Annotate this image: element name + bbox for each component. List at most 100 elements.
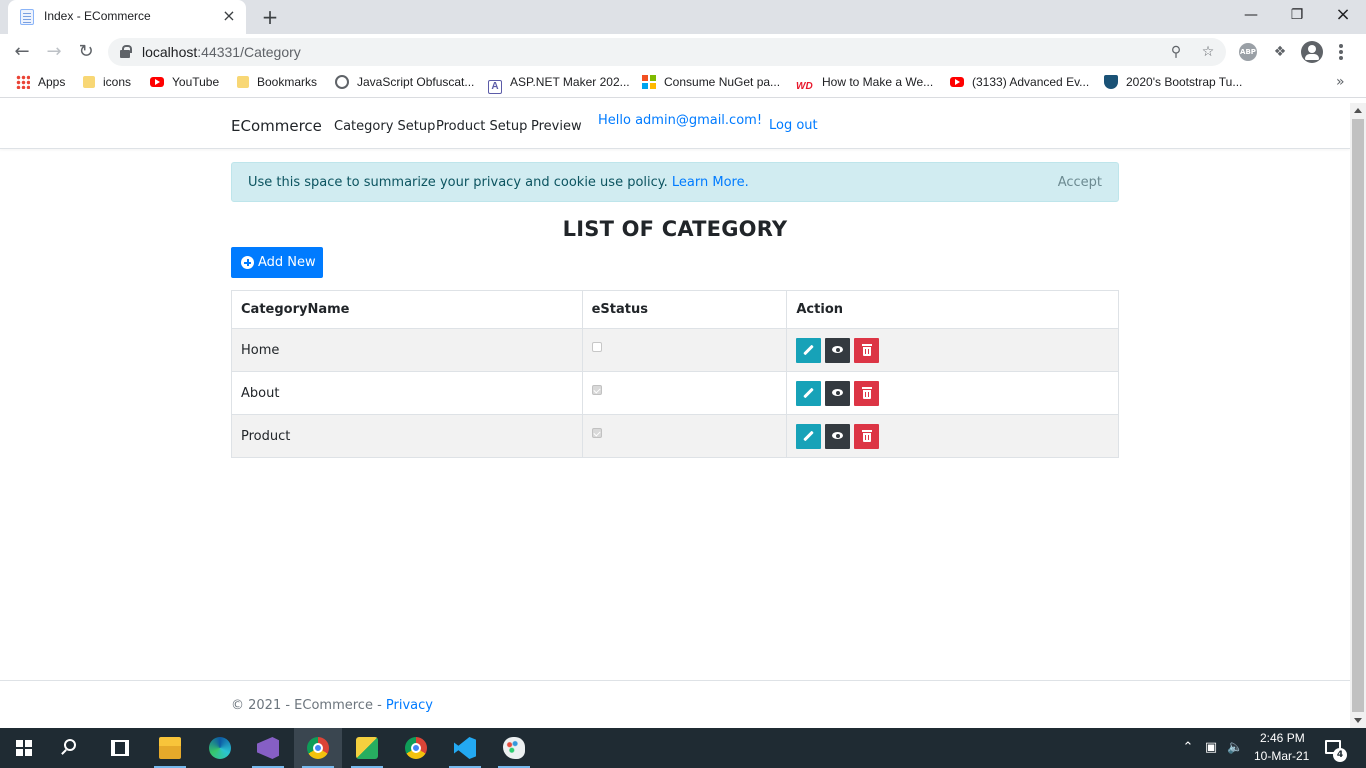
table-row: Product bbox=[231, 414, 1119, 458]
bookmark-apps[interactable]: Apps bbox=[16, 75, 65, 93]
taskbar-chrome-active[interactable] bbox=[294, 728, 342, 768]
action-cell bbox=[786, 371, 1119, 415]
delete-button[interactable] bbox=[854, 337, 880, 363]
taskbar-paint[interactable] bbox=[490, 728, 538, 768]
taskbar-visual-studio[interactable] bbox=[244, 728, 292, 768]
browser-menu-icon[interactable] bbox=[1339, 44, 1343, 60]
profile-avatar-icon[interactable] bbox=[1301, 41, 1323, 63]
bookmarks-overflow-button[interactable]: » bbox=[1336, 74, 1345, 90]
bookmark-how-to-make[interactable]: WD How to Make a We... bbox=[796, 75, 933, 93]
status-cell bbox=[581, 414, 788, 458]
page-scrollbar[interactable] bbox=[1350, 103, 1366, 728]
add-new-button[interactable]: Add New bbox=[231, 247, 323, 278]
task-view-button[interactable] bbox=[96, 728, 144, 768]
notification-count-badge: 4 bbox=[1333, 748, 1347, 762]
bookmark-bookmarks[interactable]: Bookmarks bbox=[237, 75, 317, 93]
extensions-puzzle-icon[interactable]: ❖ bbox=[1270, 42, 1290, 62]
column-header-estatus[interactable]: eStatus bbox=[581, 290, 788, 329]
pencil-icon bbox=[803, 430, 815, 441]
view-button[interactable] bbox=[825, 337, 851, 363]
nav-product-setup[interactable]: Product Setup bbox=[436, 119, 527, 134]
column-header-category-name[interactable]: CategoryName bbox=[231, 290, 583, 329]
bookmark-bootstrap-tutorial[interactable]: 2020's Bootstrap Tu... bbox=[1104, 75, 1242, 93]
volume-icon[interactable]: 🔈 bbox=[1227, 741, 1243, 755]
logout-button[interactable]: Log out bbox=[769, 118, 818, 133]
nav-preview[interactable]: Preview bbox=[531, 119, 582, 134]
task-view-icon bbox=[111, 740, 129, 756]
status-checkbox bbox=[591, 385, 602, 395]
forward-arrow-icon[interactable]: → bbox=[42, 40, 66, 64]
bookmark-youtube[interactable]: YouTube bbox=[150, 75, 219, 93]
bookmarks-bar: Apps icons YouTube Bookmarks JavaScript … bbox=[0, 70, 1366, 98]
browser-tab[interactable]: Index - ECommerce × bbox=[8, 0, 246, 34]
browser-tab-bar: Index - ECommerce × + — ❐ × bbox=[0, 0, 1366, 34]
add-new-label: Add New bbox=[258, 255, 316, 270]
bookmark-consume-nuget[interactable]: Consume NuGet pa... bbox=[642, 75, 780, 93]
view-button[interactable] bbox=[825, 380, 851, 406]
start-button[interactable] bbox=[0, 728, 48, 768]
bookmark-js-obfuscator[interactable]: JavaScript Obfuscat... bbox=[335, 75, 474, 93]
trash-icon bbox=[861, 386, 872, 399]
clock-time[interactable]: 2:46 PM bbox=[1260, 731, 1305, 745]
bookmark-icons[interactable]: icons bbox=[83, 75, 131, 93]
back-arrow-icon[interactable]: ← bbox=[10, 40, 34, 64]
pencil-icon bbox=[803, 344, 815, 355]
cookie-accept-button[interactable]: Accept bbox=[1058, 175, 1102, 190]
tab-title: Index - ECommerce bbox=[44, 9, 151, 23]
new-tab-button[interactable]: + bbox=[258, 5, 282, 29]
edit-button[interactable] bbox=[796, 423, 822, 449]
taskbar-snipping-tool[interactable] bbox=[343, 728, 391, 768]
bookmark-star-icon[interactable]: ☆ bbox=[1198, 42, 1218, 62]
nav-hello-user[interactable]: Hello admin@gmail.com! bbox=[598, 113, 762, 128]
taskbar-search-button[interactable] bbox=[48, 728, 96, 768]
learn-more-link[interactable]: Learn More. bbox=[672, 175, 749, 190]
brand-link[interactable]: ECommerce bbox=[231, 117, 322, 135]
close-window-icon[interactable]: × bbox=[1320, 0, 1366, 30]
scrollbar-thumb[interactable] bbox=[1352, 119, 1364, 712]
bookmark-advanced-events[interactable]: (3133) Advanced Ev... bbox=[950, 75, 1089, 93]
table-row: About bbox=[231, 371, 1119, 415]
taskbar-file-explorer[interactable] bbox=[146, 728, 194, 768]
action-cell bbox=[786, 414, 1119, 458]
plus-circle-icon bbox=[241, 256, 254, 269]
tray-overflow-chevron-icon[interactable]: ⌃ bbox=[1180, 741, 1196, 755]
zoom-magnifier-icon[interactable]: ⚲ bbox=[1166, 42, 1186, 62]
windows-taskbar: ⌃ ▣ 🔈 2:46 PM 10-Mar-21 4 bbox=[0, 728, 1366, 768]
site-navbar: ECommerce Category Setup Product Setup P… bbox=[0, 103, 1350, 149]
paint-icon bbox=[503, 737, 525, 759]
eye-icon bbox=[832, 346, 844, 353]
network-icon[interactable]: ▣ bbox=[1203, 741, 1219, 755]
lock-icon[interactable] bbox=[120, 45, 132, 58]
site-footer: © 2021 - ECommerce - Privacy bbox=[231, 698, 433, 713]
delete-button[interactable] bbox=[854, 423, 880, 449]
minimize-icon[interactable]: — bbox=[1228, 0, 1274, 30]
scroll-down-arrow-icon[interactable] bbox=[1354, 718, 1362, 723]
footer-divider bbox=[0, 680, 1350, 681]
nav-category-setup[interactable]: Category Setup bbox=[334, 119, 435, 134]
category-table: CategoryName eStatus Action Home About P… bbox=[231, 290, 1119, 458]
edge-icon bbox=[209, 737, 231, 759]
reload-icon[interactable]: ↻ bbox=[74, 40, 98, 64]
page-icon bbox=[20, 9, 34, 25]
taskbar-vscode[interactable] bbox=[441, 728, 489, 768]
restore-icon[interactable]: ❐ bbox=[1274, 0, 1320, 30]
edit-button[interactable] bbox=[796, 337, 822, 363]
table-header-row: CategoryName eStatus Action bbox=[231, 290, 1119, 329]
adblock-plus-icon[interactable]: ABP bbox=[1239, 43, 1257, 61]
taskbar-chrome[interactable] bbox=[392, 728, 440, 768]
view-button[interactable] bbox=[825, 423, 851, 449]
scroll-up-arrow-icon[interactable] bbox=[1354, 108, 1362, 113]
clock-date[interactable]: 10-Mar-21 bbox=[1254, 749, 1309, 763]
bookmark-aspnet-maker[interactable]: A ASP.NET Maker 202... bbox=[488, 75, 630, 94]
close-tab-icon[interactable]: × bbox=[220, 7, 238, 25]
footer-copyright: © 2021 - ECommerce - bbox=[231, 698, 386, 713]
taskbar-edge[interactable] bbox=[196, 728, 244, 768]
apps-grid-icon bbox=[16, 75, 30, 89]
snipping-tool-icon bbox=[356, 737, 378, 759]
url-text[interactable]: localhost:44331/Category bbox=[142, 44, 301, 60]
privacy-link[interactable]: Privacy bbox=[386, 698, 433, 713]
edit-button[interactable] bbox=[796, 380, 822, 406]
address-bar[interactable]: localhost:44331/Category ⚲ ☆ bbox=[108, 38, 1226, 66]
vscode-icon bbox=[454, 737, 476, 759]
delete-button[interactable] bbox=[854, 380, 880, 406]
